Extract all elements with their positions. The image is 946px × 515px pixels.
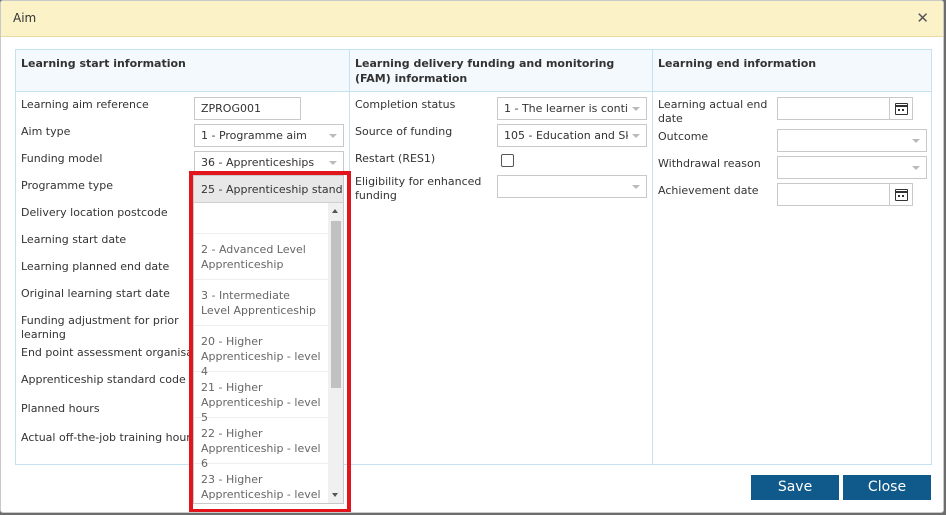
programme-type-dropdown[interactable]: 25 - Apprenticeship standard 2 - Advance… <box>193 175 344 504</box>
source-of-funding-value: 105 - Education and Skills Funding Agenc… <box>504 129 628 142</box>
dropdown-option[interactable]: 21 - Higher Apprenticeship - level 5 <box>194 372 329 424</box>
save-button[interactable]: Save <box>751 475 839 500</box>
dropdown-option[interactable]: 3 - Intermediate Level Apprenticeship <box>194 280 329 326</box>
completion-status-value: 1 - The learner is continuing <box>504 102 628 115</box>
eligibility-select[interactable] <box>497 175 647 198</box>
funding-adjustment-label: Funding adjustment for prior learning <box>21 314 179 341</box>
funding-model-label: Funding model <box>21 152 103 165</box>
dropdown-option[interactable]: 22 - Higher Apprenticeship - level 6 <box>194 418 329 470</box>
dropdown-option[interactable]: 23 - Higher Apprenticeship - level <box>194 464 329 503</box>
programme-type-selected[interactable]: 25 - Apprenticeship standard <box>194 176 343 203</box>
withdrawal-reason-label: Withdrawal reason <box>658 157 761 170</box>
outcome-label: Outcome <box>658 130 709 143</box>
dropdown-scrollbar[interactable] <box>328 203 343 503</box>
learning-end-column: Learning end information Learning actual… <box>653 50 931 464</box>
funding-model-select[interactable]: 36 - Apprenticeships <box>194 151 344 174</box>
start-date-label: Learning start date <box>21 233 127 246</box>
dialog-titlebar: Aim ✕ <box>1 1 943 37</box>
actual-end-date-input[interactable] <box>777 97 913 120</box>
planned-hours-label: Planned hours <box>21 402 100 415</box>
aim-reference-value: ZPROG001 <box>201 102 261 115</box>
outcome-select[interactable] <box>777 129 927 152</box>
aim-form-panels: Learning start information Learning aim … <box>15 49 932 465</box>
chevron-down-icon <box>632 107 640 111</box>
completion-status-label: Completion status <box>355 98 456 111</box>
otj-hours-label: Actual off-the-job training hours <box>21 431 197 444</box>
learning-end-heading: Learning end information <box>653 50 931 92</box>
standard-code-label: Apprenticeship standard code <box>21 373 186 386</box>
scrollbar-thumb[interactable] <box>331 221 341 388</box>
scroll-up-icon[interactable] <box>332 209 338 213</box>
dialog-title: Aim <box>13 11 37 25</box>
restart-label: Restart (RES1) <box>355 152 436 165</box>
aim-reference-label: Learning aim reference <box>21 98 149 111</box>
fam-heading: Learning delivery funding and monitoring… <box>350 50 652 92</box>
chevron-down-icon <box>912 139 920 143</box>
calendar-icon[interactable] <box>889 98 912 119</box>
achievement-date-label: Achievement date <box>658 184 759 197</box>
dropdown-option[interactable]: 2 - Advanced Level Apprenticeship <box>194 234 329 280</box>
restart-checkbox[interactable] <box>501 154 514 167</box>
close-icon[interactable]: ✕ <box>916 10 929 26</box>
planned-end-date-label: Learning planned end date <box>21 260 170 273</box>
aim-dialog: Aim ✕ Learning start information Learnin… <box>0 0 944 513</box>
funding-model-value: 36 - Apprenticeships <box>201 156 315 169</box>
calendar-icon[interactable] <box>889 184 912 205</box>
source-of-funding-label: Source of funding <box>355 125 453 138</box>
chevron-down-icon <box>329 161 337 165</box>
source-of-funding-select[interactable]: 105 - Education and Skills Funding Agenc… <box>497 124 647 147</box>
original-start-date-label: Original learning start date <box>21 287 170 300</box>
chevron-down-icon <box>632 185 640 189</box>
aim-type-label: Aim type <box>21 125 71 138</box>
programme-type-options: 2 - Advanced Level Apprenticeship 3 - In… <box>194 203 329 503</box>
eligibility-label: Eligibility for enhanced funding <box>355 175 482 202</box>
epa-org-label: End point assessment organisation <box>21 346 196 359</box>
close-button[interactable]: Close <box>843 475 931 500</box>
withdrawal-reason-select[interactable] <box>777 156 927 179</box>
aim-type-value: 1 - Programme aim <box>201 129 307 142</box>
chevron-down-icon <box>329 134 337 138</box>
aim-type-select[interactable]: 1 - Programme aim <box>194 124 344 147</box>
delivery-postcode-label: Delivery location postcode <box>21 206 168 219</box>
scroll-down-icon[interactable] <box>332 493 338 497</box>
dropdown-option[interactable]: 20 - Higher Apprenticeship - level 4 <box>194 326 329 378</box>
actual-end-date-label: Learning actual end date <box>658 98 768 125</box>
dropdown-option[interactable] <box>194 203 329 234</box>
programme-type-label: Programme type <box>21 179 113 192</box>
fam-column: Learning delivery funding and monitoring… <box>350 50 653 464</box>
learning-start-heading: Learning start information <box>16 50 349 92</box>
completion-status-select[interactable]: 1 - The learner is continuing <box>497 97 647 120</box>
chevron-down-icon <box>632 134 640 138</box>
achievement-date-input[interactable] <box>777 183 913 206</box>
chevron-down-icon <box>912 166 920 170</box>
aim-reference-input[interactable]: ZPROG001 <box>194 97 301 120</box>
